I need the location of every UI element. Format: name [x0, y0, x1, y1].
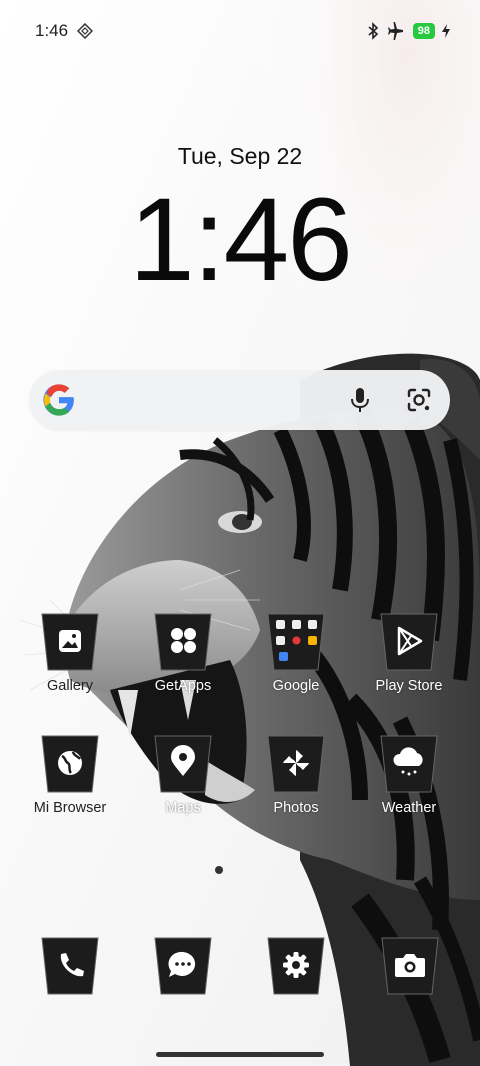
globe-icon	[41, 735, 99, 793]
app-label: Google	[272, 678, 320, 694]
camera-icon[interactable]	[380, 936, 440, 996]
pinwheel-icon	[267, 735, 325, 793]
status-time: 1:46	[35, 21, 69, 40]
microphone-icon[interactable]	[347, 386, 373, 414]
app-photos[interactable]: Photos	[241, 734, 351, 816]
messages-icon[interactable]	[153, 936, 213, 996]
google-search-bar[interactable]	[29, 370, 450, 430]
airplane-icon	[387, 22, 403, 40]
app-label: Gallery	[47, 678, 93, 694]
weather-cloud-icon	[380, 735, 438, 793]
play-store-icon	[380, 613, 438, 671]
getapps-icon	[154, 613, 212, 671]
app-google-folder[interactable]: Google	[241, 612, 351, 694]
app-label: Play Store	[375, 678, 443, 694]
diamond-grid-icon	[77, 23, 93, 39]
app-getapps[interactable]: GetApps	[128, 612, 238, 694]
settings-gear-icon[interactable]	[266, 936, 326, 996]
date-widget[interactable]: Tue, Sep 22	[0, 143, 480, 170]
charging-bolt-icon	[442, 24, 450, 38]
app-label: Weather	[381, 800, 437, 816]
phone-icon[interactable]	[40, 936, 100, 996]
status-bar: 1:46 98	[0, 0, 480, 62]
clock-widget[interactable]: 1:46	[0, 172, 480, 308]
bluetooth-icon	[368, 22, 378, 40]
battery-icon: 98	[412, 23, 435, 39]
app-label: Mi Browser	[33, 800, 107, 816]
maps-pin-icon	[154, 735, 212, 793]
status-icons: 98	[367, 21, 450, 41]
page-indicator	[215, 866, 223, 874]
gesture-nav-handle[interactable]	[156, 1052, 324, 1057]
app-weather[interactable]: Weather	[354, 734, 464, 816]
google-folder-icon	[267, 613, 325, 671]
google-logo-icon	[43, 384, 74, 416]
app-maps[interactable]: Maps	[128, 734, 238, 816]
app-label: GetApps	[154, 678, 212, 694]
gallery-icon	[41, 613, 99, 671]
app-play-store[interactable]: Play Store	[354, 612, 464, 694]
app-gallery[interactable]: Gallery	[15, 612, 125, 694]
app-label: Photos	[273, 800, 319, 816]
app-mi-browser[interactable]: Mi Browser	[15, 734, 125, 816]
google-lens-icon[interactable]	[405, 386, 433, 414]
app-label: Maps	[165, 800, 201, 816]
